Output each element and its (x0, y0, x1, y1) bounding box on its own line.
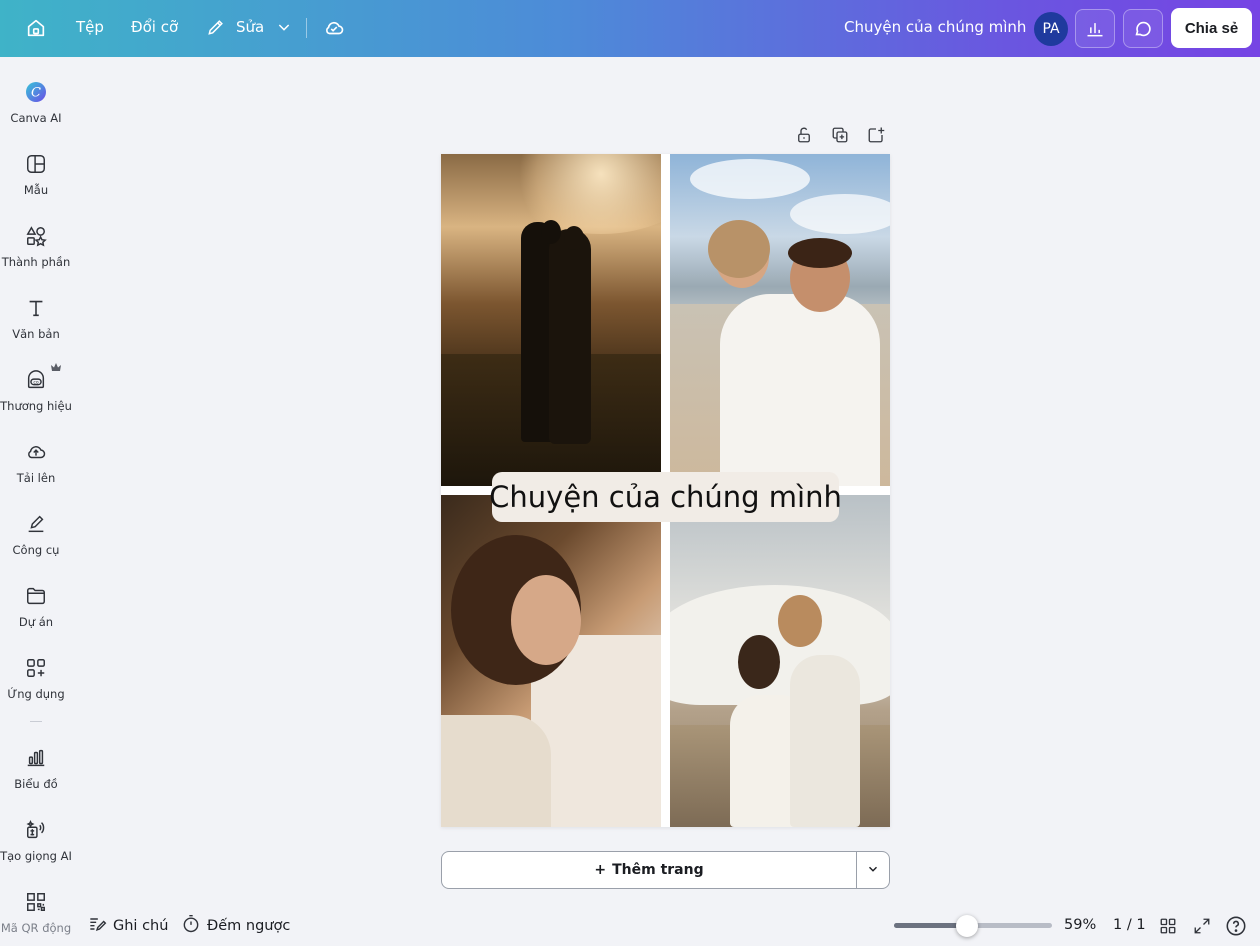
top-bar: Tệp Đổi cỡ Sửa Chuyện của chúng mình PA … (0, 0, 1260, 57)
timer-icon (181, 914, 201, 938)
timer-label: Đếm ngược (207, 918, 291, 934)
sidebar-item-label: Thương hiệu (0, 399, 72, 413)
zoom-percent[interactable]: 59% (1064, 917, 1096, 933)
timer-button[interactable]: Đếm ngược (181, 914, 290, 938)
zoom-slider-handle[interactable] (956, 915, 978, 937)
sidebar-item-label: Thành phần (1, 255, 71, 269)
sidebar-item-apps[interactable]: Ứng dụng (0, 655, 72, 719)
document-title[interactable]: Chuyện của chúng mình (844, 18, 1026, 36)
sidebar-item-label: Tải lên (16, 471, 56, 485)
add-page-icon[interactable] (866, 125, 886, 145)
svg-text:co: co (33, 380, 39, 385)
share-button[interactable]: Chia sẻ (1171, 8, 1252, 48)
add-page-options-button[interactable] (856, 851, 890, 889)
comment-icon (1131, 17, 1155, 41)
canva-ai-icon: C (23, 79, 49, 105)
sidebar-item-elements[interactable]: Thành phần (0, 223, 72, 287)
zoom-slider[interactable] (894, 915, 1052, 937)
page-counter[interactable]: 1 / 1 (1113, 917, 1146, 933)
sidebar-item-label: Dự án (18, 615, 54, 629)
sidebar-item-label: Biểu đồ (14, 777, 58, 791)
svg-text:C: C (31, 86, 41, 101)
qr-code-icon (23, 889, 49, 915)
edit-menu-label: Sửa (236, 18, 265, 36)
cloud-check-icon[interactable] (322, 16, 346, 40)
elements-icon (23, 223, 49, 249)
brand-icon: co (23, 367, 49, 393)
folder-icon (23, 583, 49, 609)
sidebar-item-ai-voice[interactable]: Tạo giọng AI (0, 817, 72, 881)
sidebar-item-text[interactable]: Văn bản (0, 295, 72, 359)
avatar[interactable]: PA (1034, 12, 1068, 46)
title-textbox[interactable]: Chuyện của chúng mình (489, 472, 842, 522)
sidebar-item-projects[interactable]: Dự án (0, 583, 72, 647)
insights-button[interactable] (1075, 9, 1115, 48)
photo-beach-couple[interactable] (670, 154, 890, 486)
sidebar-item-upload[interactable]: Tải lên (0, 439, 72, 503)
sidebar-divider (30, 721, 42, 722)
add-page-label: Thêm trang (612, 862, 704, 878)
lock-icon[interactable] (794, 125, 814, 145)
comment-button[interactable] (1123, 9, 1163, 48)
sidebar-item-label: Ứng dụng (7, 687, 65, 701)
sidebar-item-label: Mẫu (23, 183, 49, 197)
sidebar-item-canva-ai[interactable]: C Canva AI (0, 79, 72, 143)
tools-icon (23, 511, 49, 537)
sidebar-item-brand[interactable]: co Thương hiệu (0, 367, 72, 431)
sidebar-item-label: Công cụ (12, 543, 60, 557)
charts-icon (23, 745, 49, 771)
file-menu[interactable]: Tệp (76, 18, 104, 36)
apps-icon (23, 655, 49, 681)
sidebar-item-templates[interactable]: Mẫu (0, 151, 72, 215)
sidebar-item-qr-code[interactable]: Mã QR động (0, 889, 72, 946)
templates-icon (23, 151, 49, 177)
notes-button[interactable]: Ghi chú (87, 914, 168, 938)
grid-view-icon[interactable] (1157, 915, 1179, 937)
pencil-icon (204, 15, 228, 39)
resize-menu[interactable]: Đổi cỡ (131, 18, 178, 36)
upload-icon (23, 439, 49, 465)
text-icon (23, 295, 49, 321)
sidebar: C Canva AI Mẫu Thành phần Văn bản co Thư… (0, 57, 72, 946)
sidebar-item-label: Tạo giọng AI (0, 849, 72, 863)
sidebar-item-tools[interactable]: Công cụ (0, 511, 72, 575)
notes-icon (87, 914, 107, 938)
sidebar-item-label: Mã QR động (0, 921, 72, 935)
photo-umbrella-couple[interactable] (670, 495, 890, 827)
help-icon[interactable] (1225, 915, 1247, 937)
ai-voice-icon (23, 817, 49, 843)
edit-menu[interactable]: Sửa (204, 15, 296, 39)
chevron-down-icon (866, 861, 880, 880)
plus-icon: + (594, 862, 607, 878)
sidebar-item-label: Văn bản (12, 327, 60, 341)
photo-embrace-closeup[interactable] (441, 495, 661, 827)
topbar-divider (306, 18, 307, 38)
design-page[interactable]: Chuyện của chúng mình (441, 154, 890, 827)
insights-icon (1083, 17, 1107, 41)
sidebar-item-label: Canva AI (10, 111, 62, 125)
notes-label: Ghi chú (113, 918, 169, 934)
add-page-button[interactable]: + Thêm trang (441, 851, 857, 889)
sidebar-item-charts[interactable]: Biểu đồ (0, 745, 72, 809)
photo-sunset-couple[interactable] (441, 154, 661, 486)
fullscreen-icon[interactable] (1191, 915, 1213, 937)
home-icon[interactable] (24, 16, 48, 40)
duplicate-icon[interactable] (830, 125, 850, 145)
chevron-down-icon (272, 15, 296, 39)
